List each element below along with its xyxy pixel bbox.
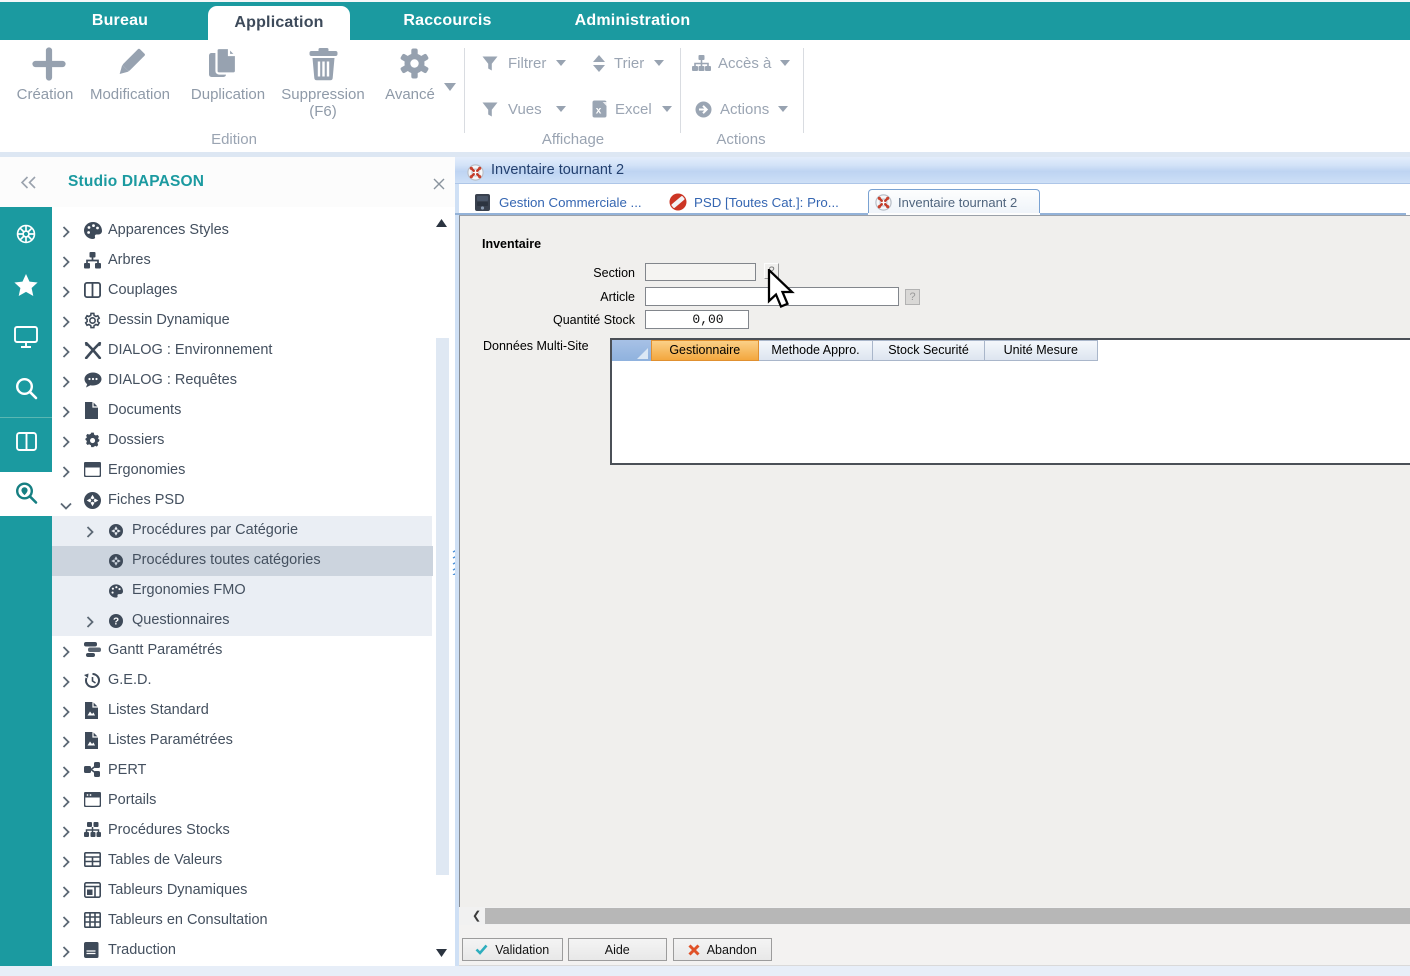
svg-text:x: x	[596, 106, 602, 117]
svg-text:?: ?	[113, 617, 119, 628]
